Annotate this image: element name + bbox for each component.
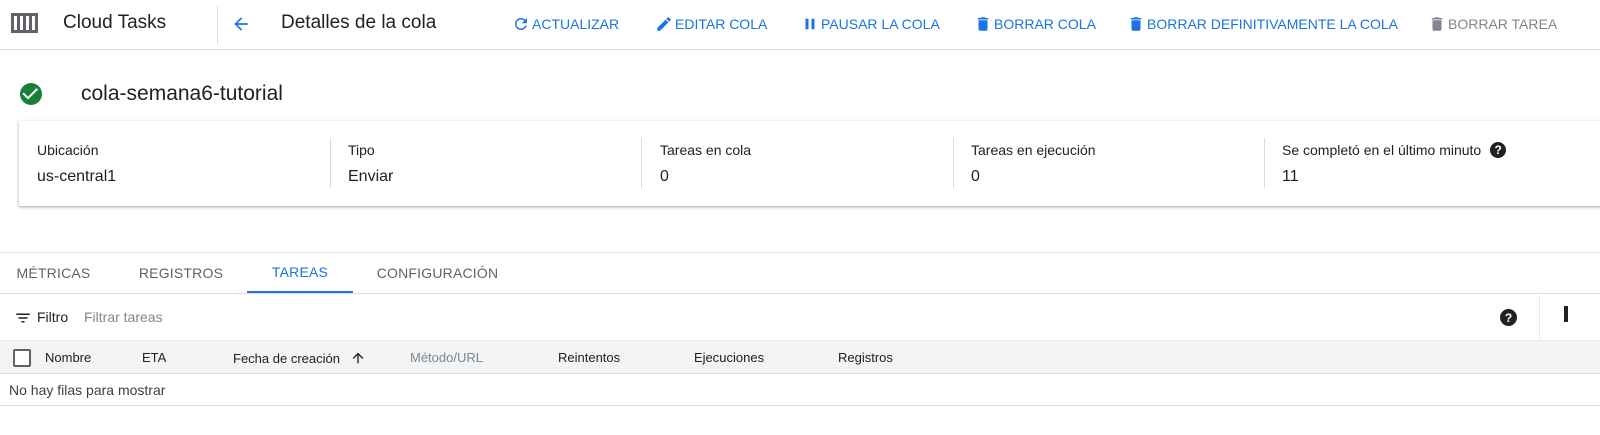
refresh-button[interactable]: ACTUALIZAR — [512, 14, 619, 34]
info-divider — [330, 138, 331, 188]
column-header-name[interactable]: Nombre — [45, 350, 91, 365]
page-title: Detalles de la cola — [281, 12, 437, 33]
filter-divider — [1539, 295, 1540, 340]
empty-table-message: No hay filas para mostrar — [9, 382, 166, 398]
back-button[interactable] — [228, 10, 254, 38]
info-queued-tasks: Tareas en cola 0 — [641, 121, 952, 206]
column-header-created-label: Fecha de creación — [233, 350, 340, 366]
filter-bar: Filtro ? — [0, 295, 1600, 340]
info-value: Enviar — [348, 168, 394, 185]
pause-icon — [805, 18, 815, 30]
tab-tasks[interactable]: TAREAS — [247, 253, 353, 293]
cloud-tasks-logo-icon — [11, 13, 38, 33]
info-label: Se completó en el último minuto ? — [1282, 142, 1507, 158]
edit-queue-button[interactable]: EDITAR COLA — [655, 14, 767, 34]
info-divider — [953, 138, 954, 188]
refresh-label: ACTUALIZAR — [532, 16, 620, 32]
queue-info-card: Ubicación us-central1 Tipo Enviar Tareas… — [19, 121, 1600, 206]
arrow-back-icon — [234, 17, 248, 31]
info-value: 11 — [1282, 168, 1299, 185]
column-display-options-icon[interactable] — [1564, 306, 1568, 322]
trash-icon — [1431, 17, 1443, 31]
info-label: Tareas en cola — [660, 142, 752, 158]
purge-queue-button[interactable]: BORRAR DEFINITIVAMENTE LA COLA — [1127, 14, 1398, 34]
info-label: Ubicación — [37, 142, 99, 158]
purge-queue-label: BORRAR DEFINITIVAMENTE LA COLA — [1147, 16, 1399, 32]
edit-queue-label: EDITAR COLA — [675, 16, 768, 32]
info-label-text: Se completó en el último minuto — [1282, 142, 1482, 158]
pencil-icon — [657, 17, 671, 31]
info-running-tasks: Tareas en ejecución 0 — [953, 121, 1264, 206]
filter-label: Filtro — [37, 309, 69, 325]
topbar-divider — [217, 6, 218, 44]
check-circle-icon — [20, 83, 42, 105]
product-name: Cloud Tasks — [63, 12, 167, 33]
table-empty-row: No hay filas para mostrar — [0, 374, 1600, 406]
info-completed-last-minute: Se completó en el último minuto ? 11 — [1264, 121, 1594, 206]
help-icon[interactable]: ? — [1490, 142, 1507, 158]
info-divider — [1264, 138, 1265, 188]
column-header-created[interactable]: Fecha de creación — [233, 350, 366, 366]
delete-queue-label: BORRAR COLA — [994, 16, 1096, 32]
column-header-retries[interactable]: Reintentos — [558, 350, 620, 365]
info-divider — [641, 138, 642, 188]
info-label: Tareas en ejecución — [971, 142, 1096, 158]
tab-config[interactable]: CONFIGURACIÓN — [365, 253, 510, 293]
info-location: Ubicación us-central1 — [19, 121, 330, 206]
trash-icon — [977, 17, 989, 31]
info-value: 0 — [971, 168, 980, 185]
info-label: Tipo — [348, 142, 375, 158]
table-header: Nombre ETA Fecha de creación Método/URL … — [0, 340, 1600, 374]
delete-task-button[interactable]: BORRAR TAREA — [1428, 14, 1557, 34]
select-all-checkbox[interactable] — [13, 349, 31, 367]
pause-queue-label: PAUSAR LA COLA — [821, 16, 940, 32]
delete-task-label: BORRAR TAREA — [1448, 16, 1558, 32]
refresh-icon — [514, 17, 527, 30]
queue-name: cola-semana6-tutorial — [81, 82, 283, 105]
tab-logs[interactable]: REGISTROS — [127, 253, 235, 293]
column-header-logs: Registros — [838, 350, 893, 365]
trash-icon — [1130, 17, 1142, 31]
help-icon[interactable]: ? — [1500, 309, 1517, 326]
column-header-method-url: Método/URL — [410, 350, 483, 365]
column-header-eta[interactable]: ETA — [142, 350, 166, 365]
tab-metrics[interactable]: MÉTRICAS — [0, 253, 107, 293]
pause-queue-button[interactable]: PAUSAR LA COLA — [801, 14, 940, 34]
delete-queue-button[interactable]: BORRAR COLA — [974, 14, 1096, 34]
filter-tasks-input[interactable] — [84, 305, 584, 329]
tab-bar: MÉTRICAS REGISTROS TAREAS CONFIGURACIÓN — [0, 253, 1600, 294]
filter-list-icon — [16, 313, 30, 323]
arrow-upward-icon — [352, 352, 364, 364]
info-type: Tipo Enviar — [330, 121, 641, 206]
column-header-executions[interactable]: Ejecuciones — [694, 350, 764, 365]
top-bar: Cloud Tasks Detalles de la cola ACTUALIZ… — [0, 0, 1600, 50]
info-value: 0 — [660, 168, 669, 185]
info-value: us-central1 — [37, 168, 117, 185]
